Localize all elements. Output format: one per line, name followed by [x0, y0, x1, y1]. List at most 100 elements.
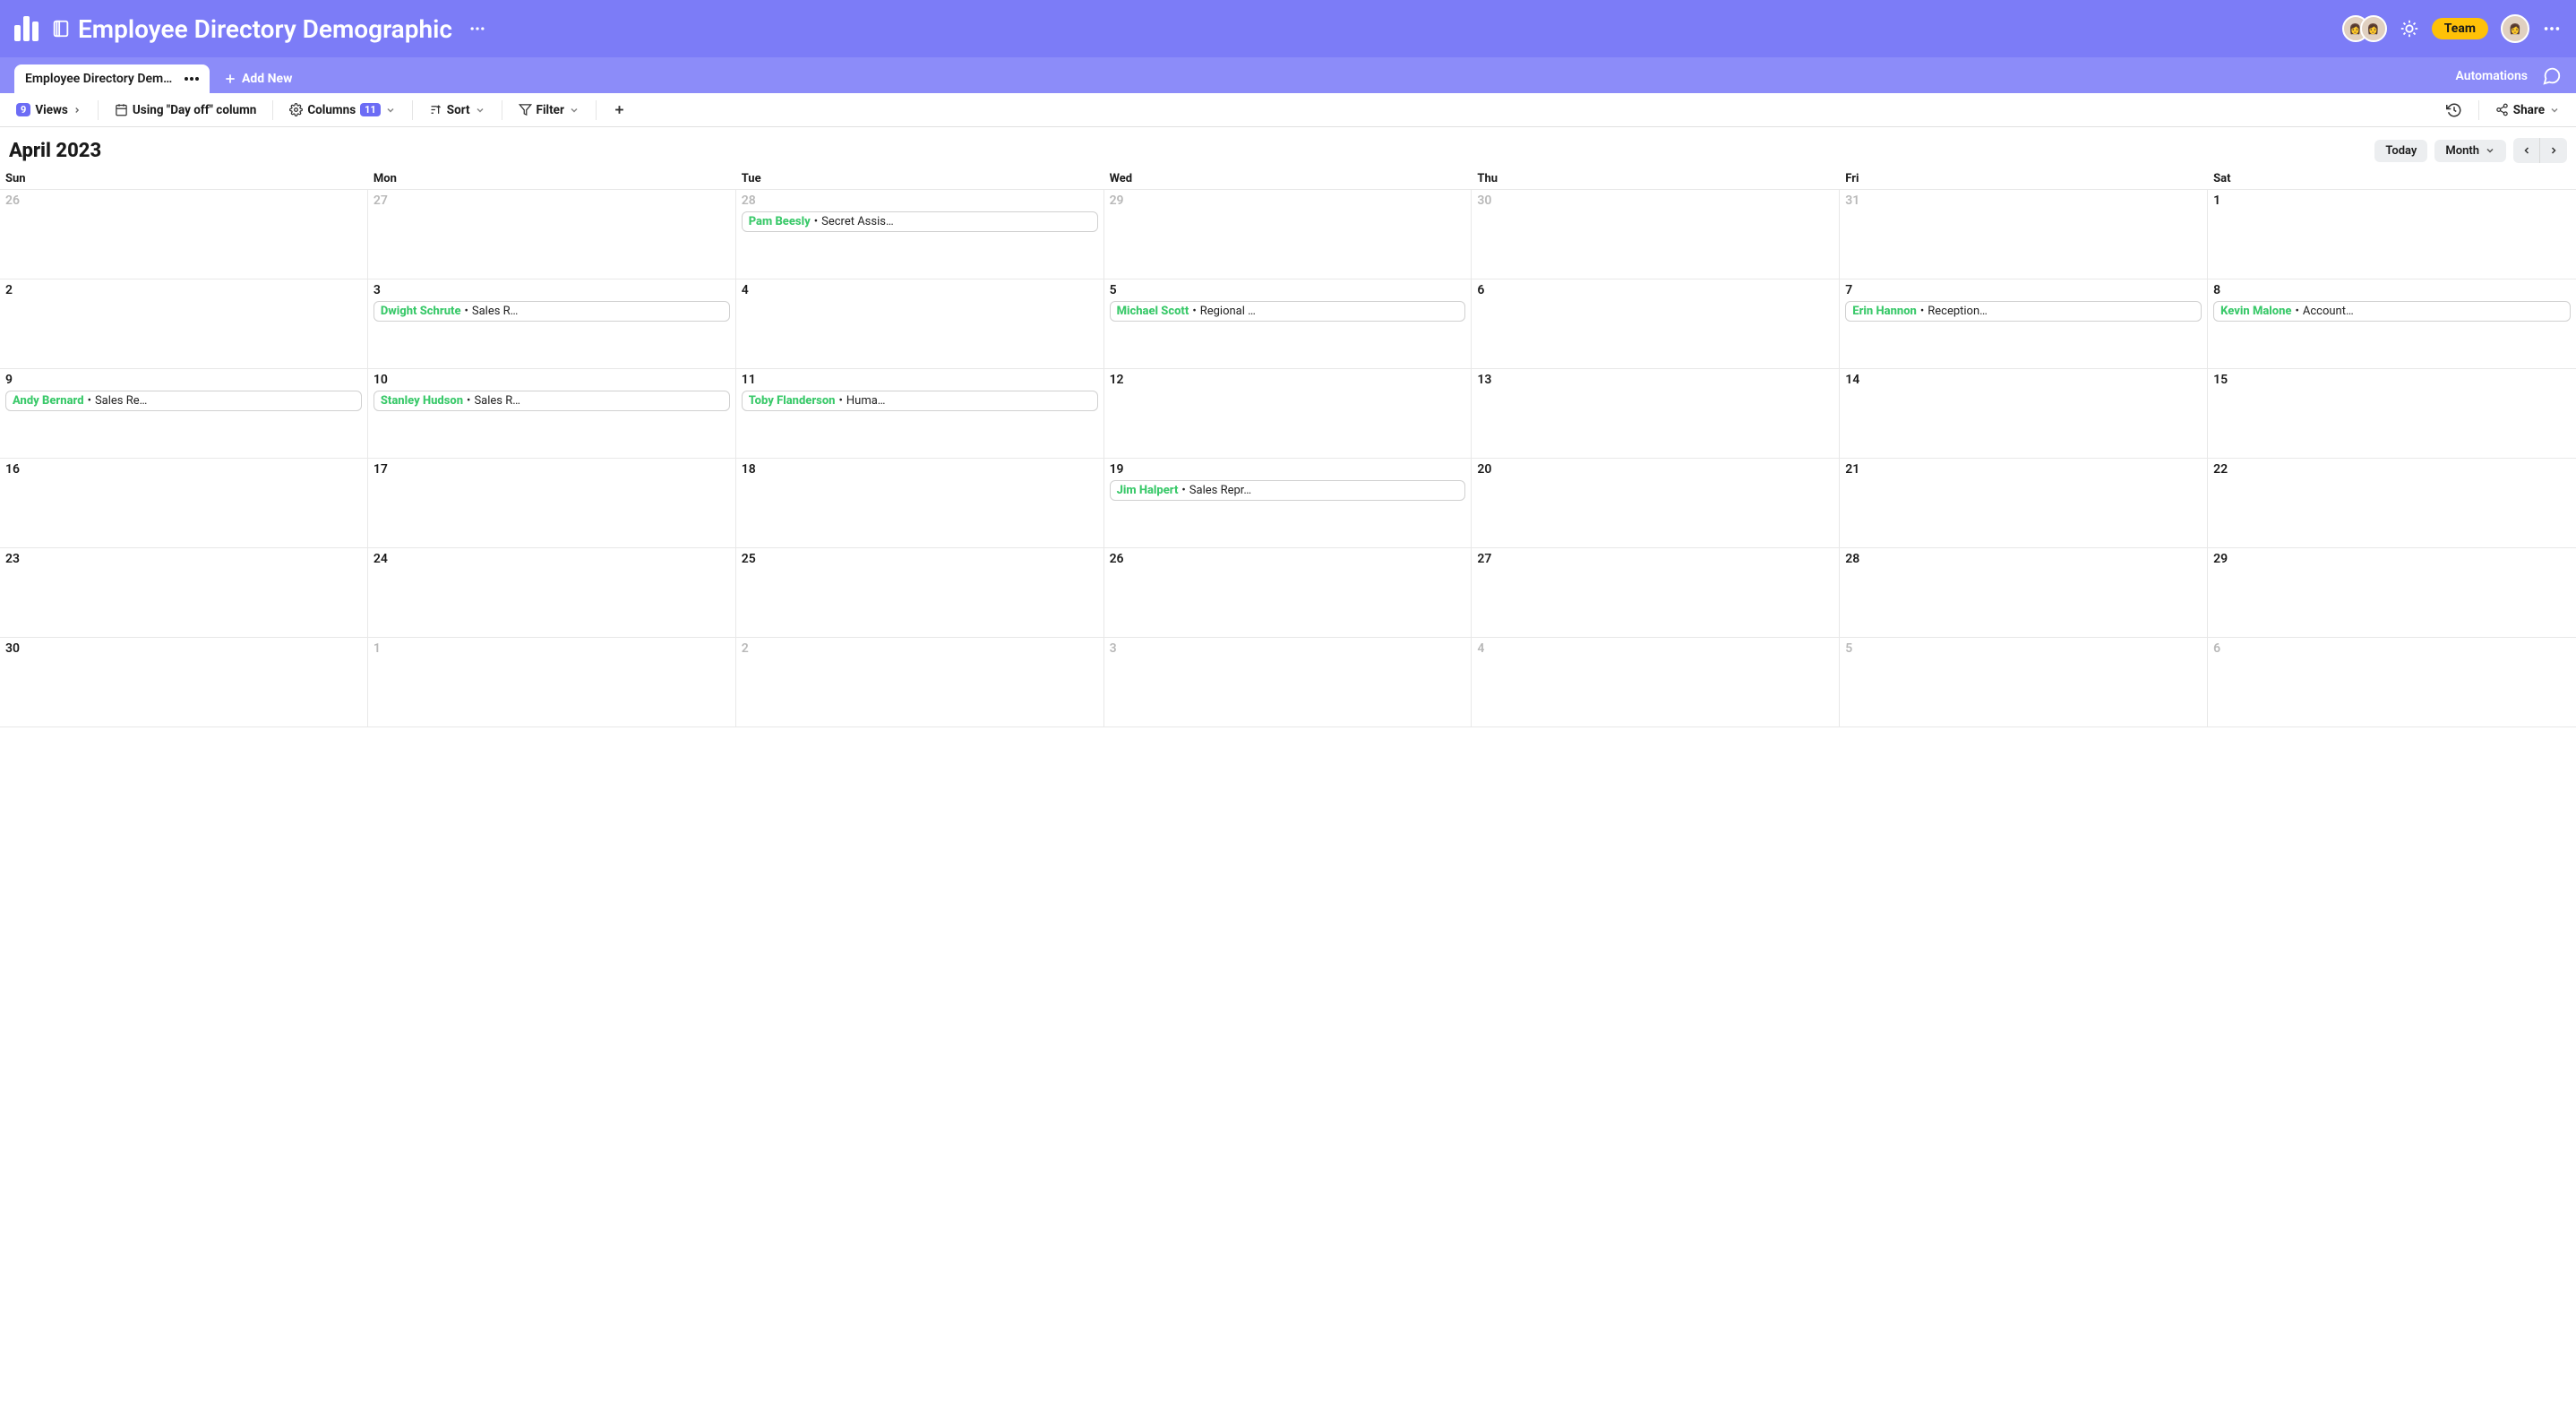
event-name: Dwight Schrute	[381, 305, 461, 318]
today-button[interactable]: Today	[2374, 140, 2427, 162]
share-button[interactable]: Share	[2488, 99, 2567, 121]
day-number: 6	[2213, 641, 2571, 656]
calendar-cell[interactable]: 16	[0, 459, 368, 548]
calendar-cell[interactable]: 9Andy Bernard • Sales Re…	[0, 369, 368, 459]
calendar-cell[interactable]: 8Kevin Malone • Account…	[2208, 279, 2576, 369]
header-more-icon[interactable]	[2542, 19, 2562, 39]
calendar-cell[interactable]: 21	[1840, 459, 2208, 548]
day-number: 24	[374, 552, 730, 566]
calendar-cell[interactable]: 24	[368, 548, 736, 638]
app-header: Employee Directory Demographic 👩 👩 Team …	[0, 0, 2576, 57]
day-number: 18	[742, 462, 1098, 477]
calendar-cell[interactable]: 30	[1472, 190, 1840, 279]
event-name: Toby Flanderson	[749, 394, 836, 408]
event-name: Kevin Malone	[2220, 305, 2291, 318]
calendar-cell[interactable]: 20	[1472, 459, 1840, 548]
calendar-event[interactable]: Jim Halpert • Sales Repr…	[1110, 480, 1466, 501]
calendar-cell[interactable]: 27	[368, 190, 736, 279]
comments-icon[interactable]	[2542, 66, 2562, 86]
calendar-cell[interactable]: 4	[736, 279, 1104, 369]
dow-label: Mon	[368, 170, 736, 189]
day-number: 29	[1110, 193, 1466, 208]
calendar-cell[interactable]: 3Dwight Schrute • Sales R…	[368, 279, 736, 369]
tab-more-icon[interactable]	[185, 77, 199, 81]
calendar-cell[interactable]: 5Michael Scott • Regional …	[1104, 279, 1473, 369]
calendar-cell[interactable]: 5	[1840, 638, 2208, 727]
filter-button[interactable]: Filter	[511, 99, 587, 121]
calendar-cell[interactable]: 2	[0, 279, 368, 369]
calendar-cell[interactable]: 13	[1472, 369, 1840, 459]
day-number: 31	[1845, 193, 2202, 208]
dow-label: Sun	[0, 170, 368, 189]
calendar-event[interactable]: Toby Flanderson • Huma…	[742, 391, 1098, 411]
calendar-cell[interactable]: 3	[1104, 638, 1473, 727]
prev-month-button[interactable]	[2513, 138, 2540, 163]
using-column-button[interactable]: Using "Day off" column	[107, 99, 263, 121]
calendar-cell[interactable]: 30	[0, 638, 368, 727]
calendar-cell[interactable]: 6	[1472, 279, 1840, 369]
add-toolbar-button[interactable]	[605, 99, 633, 120]
team-badge[interactable]: Team	[2432, 18, 2488, 39]
calendar-cell[interactable]: 31	[1840, 190, 2208, 279]
automations-link[interactable]: Automations	[2456, 69, 2529, 83]
day-number: 1	[2213, 193, 2571, 208]
calendar-cell[interactable]: 7Erin Hannon • Reception…	[1840, 279, 2208, 369]
event-separator: •	[1192, 305, 1196, 318]
calendar-event[interactable]: Michael Scott • Regional …	[1110, 301, 1466, 322]
day-number: 12	[1110, 373, 1466, 387]
day-of-week-row: Sun Mon Tue Wed Thu Fri Sat	[0, 170, 2576, 189]
calendar-cell[interactable]: 11Toby Flanderson • Huma…	[736, 369, 1104, 459]
calendar-cell[interactable]: 17	[368, 459, 736, 548]
calendar-title: April 2023	[9, 140, 101, 162]
user-avatar[interactable]: 👩	[2501, 14, 2529, 43]
calendar-event[interactable]: Andy Bernard • Sales Re…	[5, 391, 362, 411]
calendar-cell[interactable]: 10Stanley Hudson • Sales R…	[368, 369, 736, 459]
add-new-button[interactable]: Add New	[224, 72, 292, 86]
avatar: 👩	[2360, 15, 2387, 42]
calendar-cell[interactable]: 12	[1104, 369, 1473, 459]
calendar-cell[interactable]: 14	[1840, 369, 2208, 459]
calendar-cell[interactable]: 22	[2208, 459, 2576, 548]
calendar-cell[interactable]: 4	[1472, 638, 1840, 727]
calendar-event[interactable]: Erin Hannon • Reception…	[1845, 301, 2202, 322]
day-number: 4	[1477, 641, 1833, 656]
calendar-event[interactable]: Pam Beesly • Secret Assis…	[742, 211, 1098, 232]
collaborator-avatars[interactable]: 👩 👩	[2342, 15, 2387, 42]
view-mode-dropdown[interactable]: Month	[2434, 140, 2506, 162]
page-title[interactable]: Employee Directory Demographic	[78, 14, 452, 44]
title-more-icon[interactable]	[468, 20, 486, 38]
calendar-cell[interactable]: 29	[2208, 548, 2576, 638]
columns-button[interactable]: Columns 11	[282, 99, 402, 121]
next-month-button[interactable]	[2540, 138, 2567, 163]
day-number: 17	[374, 462, 730, 477]
calendar-cell[interactable]: 2	[736, 638, 1104, 727]
calendar-cell[interactable]: 19Jim Halpert • Sales Repr…	[1104, 459, 1473, 548]
calendar-event[interactable]: Dwight Schrute • Sales R…	[374, 301, 730, 322]
tab-active[interactable]: Employee Directory Demo…	[14, 64, 210, 93]
app-logo[interactable]	[14, 16, 39, 41]
calendar-cell[interactable]: 25	[736, 548, 1104, 638]
sort-button[interactable]: Sort	[422, 99, 493, 121]
event-separator: •	[838, 394, 842, 408]
calendar-cell[interactable]: 27	[1472, 548, 1840, 638]
calendar-event[interactable]: Kevin Malone • Account…	[2213, 301, 2571, 322]
history-button[interactable]	[2439, 99, 2469, 122]
calendar-cell[interactable]: 28Pam Beesly • Secret Assis…	[736, 190, 1104, 279]
calendar-cell[interactable]: 6	[2208, 638, 2576, 727]
sort-label: Sort	[447, 103, 470, 117]
calendar-cell[interactable]: 1	[2208, 190, 2576, 279]
event-name: Andy Bernard	[13, 394, 84, 408]
calendar-cell[interactable]: 29	[1104, 190, 1473, 279]
calendar-cell[interactable]: 28	[1840, 548, 2208, 638]
calendar-cell[interactable]: 26	[1104, 548, 1473, 638]
calendar-cell[interactable]: 23	[0, 548, 368, 638]
calendar-cell[interactable]: 15	[2208, 369, 2576, 459]
calendar-nav	[2513, 138, 2567, 163]
calendar-grid: 262728Pam Beesly • Secret Assis…29303112…	[0, 189, 2576, 727]
calendar-cell[interactable]: 26	[0, 190, 368, 279]
theme-toggle-icon[interactable]	[2400, 19, 2419, 39]
calendar-event[interactable]: Stanley Hudson • Sales R…	[374, 391, 730, 411]
calendar-cell[interactable]: 1	[368, 638, 736, 727]
calendar-cell[interactable]: 18	[736, 459, 1104, 548]
views-button[interactable]: 9 Views	[9, 99, 89, 121]
